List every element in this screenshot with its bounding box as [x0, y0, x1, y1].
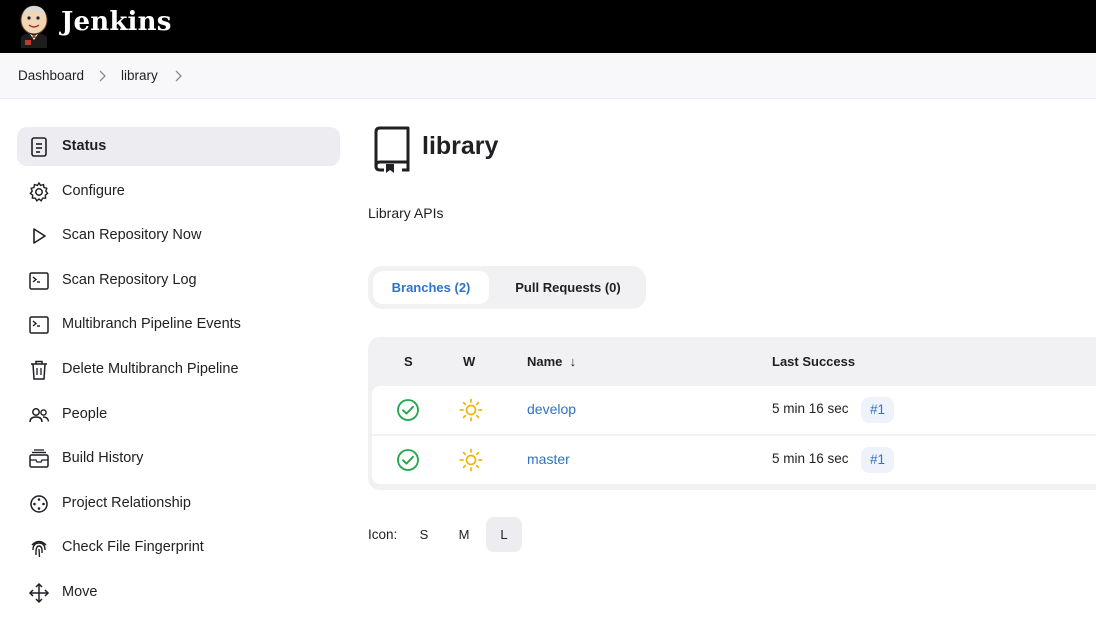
- branch-link-master[interactable]: master: [527, 451, 570, 467]
- repository-icon: [374, 126, 410, 173]
- sidebar-item-scan-repository-log[interactable]: Scan Repository Log: [17, 261, 340, 300]
- icon-size-large-button[interactable]: L: [486, 517, 522, 552]
- sidebar-item-label: Configure: [62, 182, 125, 199]
- table-row: develop 5 min 16 sec #1: [372, 386, 1096, 434]
- icon-size-medium-button[interactable]: M: [446, 517, 482, 552]
- column-header-weather[interactable]: W: [463, 354, 475, 369]
- chevron-right-icon[interactable]: [173, 69, 183, 83]
- sidebar-item-delete-multibranch-pipeline[interactable]: Delete Multibranch Pipeline: [17, 350, 340, 389]
- history-icon: [29, 449, 49, 468]
- sunny-icon[interactable]: [459, 398, 483, 422]
- sidebar-item-label: Delete Multibranch Pipeline: [62, 360, 239, 377]
- branch-tabs: Branches (2) Pull Requests (0): [368, 266, 646, 309]
- sidebar-item-configure[interactable]: Configure: [17, 172, 340, 211]
- people-icon: [29, 407, 50, 422]
- table-row: master 5 min 16 sec #1: [372, 436, 1096, 484]
- document-icon: [31, 137, 47, 157]
- relationship-icon: [30, 495, 48, 513]
- sidebar-item-project-relationship[interactable]: Project Relationship: [17, 484, 340, 523]
- play-icon: [33, 228, 46, 244]
- trash-icon: [31, 360, 47, 380]
- sidebar-item-people[interactable]: People: [17, 395, 340, 434]
- sidebar: Status Configure Scan Repository Now Sca…: [17, 127, 340, 618]
- column-header-last-success[interactable]: Last Success: [772, 354, 855, 369]
- branches-table: S W Name ↓ Last Success develop 5 min 16…: [368, 337, 1096, 490]
- success-icon[interactable]: [396, 398, 420, 422]
- icon-size-small-button[interactable]: S: [406, 517, 442, 552]
- column-header-status[interactable]: S: [404, 354, 413, 369]
- sidebar-item-label: Status: [62, 138, 107, 154]
- last-success-time: 5 min 16 sec: [772, 401, 849, 416]
- breadcrumb-dashboard[interactable]: Dashboard: [18, 68, 84, 83]
- sidebar-item-check-file-fingerprint[interactable]: Check File Fingerprint: [17, 528, 340, 567]
- fingerprint-icon: [31, 541, 47, 558]
- sidebar-item-status[interactable]: Status: [17, 127, 340, 166]
- tab-branches[interactable]: Branches (2): [373, 271, 489, 304]
- project-description: Library APIs: [368, 205, 444, 221]
- move-icon: [28, 582, 50, 603]
- sidebar-item-label: Scan Repository Now: [62, 227, 202, 244]
- top-header: Jenkins: [0, 0, 1096, 53]
- sidebar-item-label: Build History: [62, 450, 144, 467]
- sidebar-item-multibranch-pipeline-events[interactable]: Multibranch Pipeline Events: [17, 305, 340, 344]
- icon-size-label: Icon:: [368, 527, 398, 542]
- branch-link-develop[interactable]: develop: [527, 401, 576, 417]
- build-link[interactable]: #1: [861, 447, 895, 473]
- chevron-right-icon: [99, 70, 106, 82]
- sidebar-item-label: People: [62, 405, 108, 422]
- breadcrumb-library[interactable]: library: [121, 68, 158, 83]
- sidebar-item-label: Move: [62, 583, 98, 600]
- gear-icon: [29, 181, 49, 202]
- breadcrumb: Dashboard library: [0, 53, 1096, 99]
- build-link[interactable]: #1: [861, 397, 895, 423]
- tab-pull-requests[interactable]: Pull Requests (0): [500, 271, 636, 304]
- column-header-name[interactable]: Name ↓: [527, 354, 576, 369]
- page-title: library: [422, 132, 499, 160]
- last-success-time: 5 min 16 sec: [772, 451, 849, 466]
- sidebar-item-label: Multibranch Pipeline Events: [62, 316, 241, 333]
- jenkins-brand[interactable]: Jenkins: [61, 7, 172, 37]
- terminal-icon: [29, 316, 49, 335]
- jenkins-logo[interactable]: [17, 4, 51, 48]
- sidebar-item-label: Check File Fingerprint: [62, 539, 204, 556]
- sidebar-item-label: Project Relationship: [62, 494, 191, 511]
- terminal-icon: [29, 272, 49, 290]
- sidebar-item-move[interactable]: Move: [17, 573, 340, 612]
- sidebar-item-scan-repository-now[interactable]: Scan Repository Now: [17, 216, 340, 255]
- sidebar-item-build-history[interactable]: Build History: [17, 439, 340, 478]
- success-icon[interactable]: [396, 448, 420, 472]
- sidebar-item-label: Scan Repository Log: [62, 271, 197, 288]
- sunny-icon[interactable]: [459, 448, 483, 472]
